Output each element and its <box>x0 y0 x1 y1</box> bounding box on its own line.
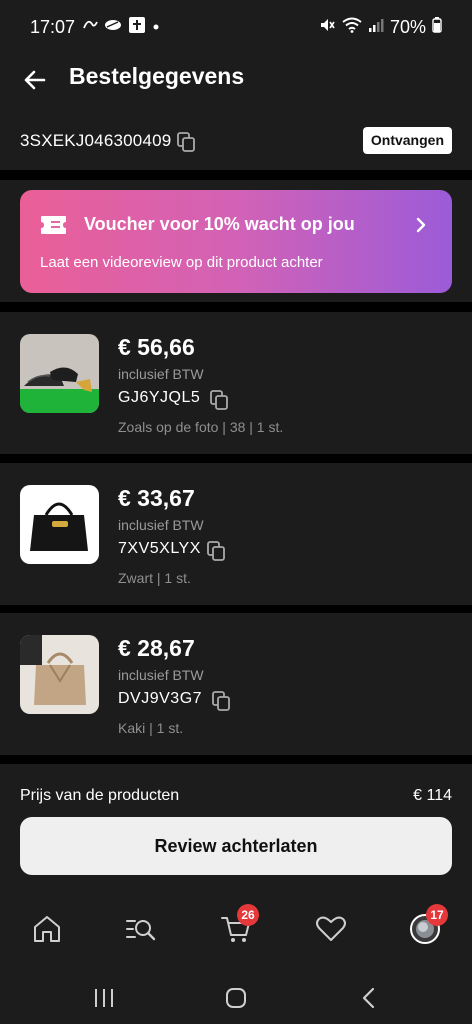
status-bar: 17:07 70% <box>0 0 472 54</box>
cart-icon <box>219 917 253 950</box>
leave-review-button[interactable]: Review achterlaten <box>20 817 452 875</box>
ticket-icon <box>40 215 67 235</box>
app-header: Bestelgegevens <box>0 54 472 112</box>
app-notification-icon <box>82 18 98 37</box>
voucher-section: Voucher voor 10% wacht op jou Laat een v… <box>0 180 472 302</box>
product-sku: 7XV5XLYX <box>118 540 201 557</box>
notification-icons <box>82 16 160 39</box>
order-number: 3SXEKJ046300409 <box>20 131 172 150</box>
product-variant: Zwart | 1 st. <box>118 570 191 586</box>
product-vat-note: inclusief BTW <box>118 517 204 533</box>
product-variant: Zoals op de foto | 38 | 1 st. <box>118 419 284 435</box>
page-title: Bestelgegevens <box>69 63 245 89</box>
nav-favorites[interactable] <box>314 912 348 946</box>
product-image-khaki-bag[interactable] <box>20 635 99 714</box>
bottom-navigation: 26 17 <box>0 884 472 969</box>
calendar-notification-icon <box>128 16 146 39</box>
signal-icon <box>368 17 384 38</box>
copy-icon[interactable] <box>211 690 233 712</box>
battery-icon <box>432 16 442 38</box>
order-number-row: 3SXEKJ046300409 Ontvangen <box>0 112 472 170</box>
recent-apps-icon[interactable] <box>91 985 117 1011</box>
copy-icon[interactable] <box>176 131 198 153</box>
mute-icon <box>318 16 336 39</box>
system-back-icon[interactable] <box>356 985 382 1011</box>
nav-cart[interactable]: 26 <box>219 904 259 946</box>
product-price: € 56,66 <box>118 334 195 360</box>
product-vat-note: inclusief BTW <box>118 667 204 683</box>
product-sku: DVJ9V3G7 <box>118 690 203 707</box>
cart-badge: 26 <box>237 904 259 926</box>
nav-home[interactable] <box>30 912 64 946</box>
status-time: 17:07 <box>30 17 76 37</box>
product-item[interactable]: € 56,66 inclusief BTW GJ6YJQL5 Zoals op … <box>0 312 472 454</box>
product-vat-note: inclusief BTW <box>118 366 204 382</box>
dot-indicator-icon <box>152 18 160 36</box>
catalog-search-icon <box>124 920 158 950</box>
product-sku: GJ6YJQL5 <box>118 389 201 406</box>
nav-profile[interactable]: 17 <box>408 904 448 946</box>
products-price-value: € 114 <box>413 787 452 804</box>
profile-avatar <box>408 914 442 950</box>
battery-percentage: 70% <box>389 16 426 37</box>
system-status-icons: 70% <box>318 16 442 39</box>
products-price-label: Prijs van de producten <box>20 787 180 804</box>
voucher-banner[interactable]: Voucher voor 10% wacht op jou Laat een v… <box>20 190 452 293</box>
voucher-title: Voucher voor 10% wacht op jou <box>84 214 355 234</box>
copy-icon[interactable] <box>206 540 228 562</box>
voucher-subtitle: Laat een videoreview op dit product acht… <box>40 254 323 271</box>
product-item[interactable]: € 28,67 inclusief BTW DVJ9V3G7 Kaki | 1 … <box>0 613 472 755</box>
product-price: € 28,67 <box>118 635 195 661</box>
home-icon <box>30 916 64 950</box>
price-summary: Prijs van de producten € 114 Review acht… <box>0 764 472 884</box>
nav-catalog[interactable] <box>124 912 158 946</box>
wifi-icon <box>342 17 362 38</box>
back-arrow-icon[interactable] <box>20 64 52 96</box>
product-variant: Kaki | 1 st. <box>118 720 184 736</box>
profile-badge: 17 <box>426 904 448 926</box>
system-navigation-bar <box>0 969 472 1024</box>
copy-icon[interactable] <box>209 389 231 411</box>
heart-icon <box>314 916 348 950</box>
product-item[interactable]: € 33,67 inclusief BTW 7XV5XLYX Zwart | 1… <box>0 463 472 605</box>
product-image-sandals[interactable] <box>20 334 99 413</box>
home-button-icon[interactable] <box>223 985 249 1011</box>
product-image-black-bag[interactable] <box>20 485 99 564</box>
leaf-notification-icon <box>104 18 122 37</box>
chevron-right-icon <box>412 216 430 234</box>
order-status-badge: Ontvangen <box>362 127 452 154</box>
product-price: € 33,67 <box>118 485 195 511</box>
